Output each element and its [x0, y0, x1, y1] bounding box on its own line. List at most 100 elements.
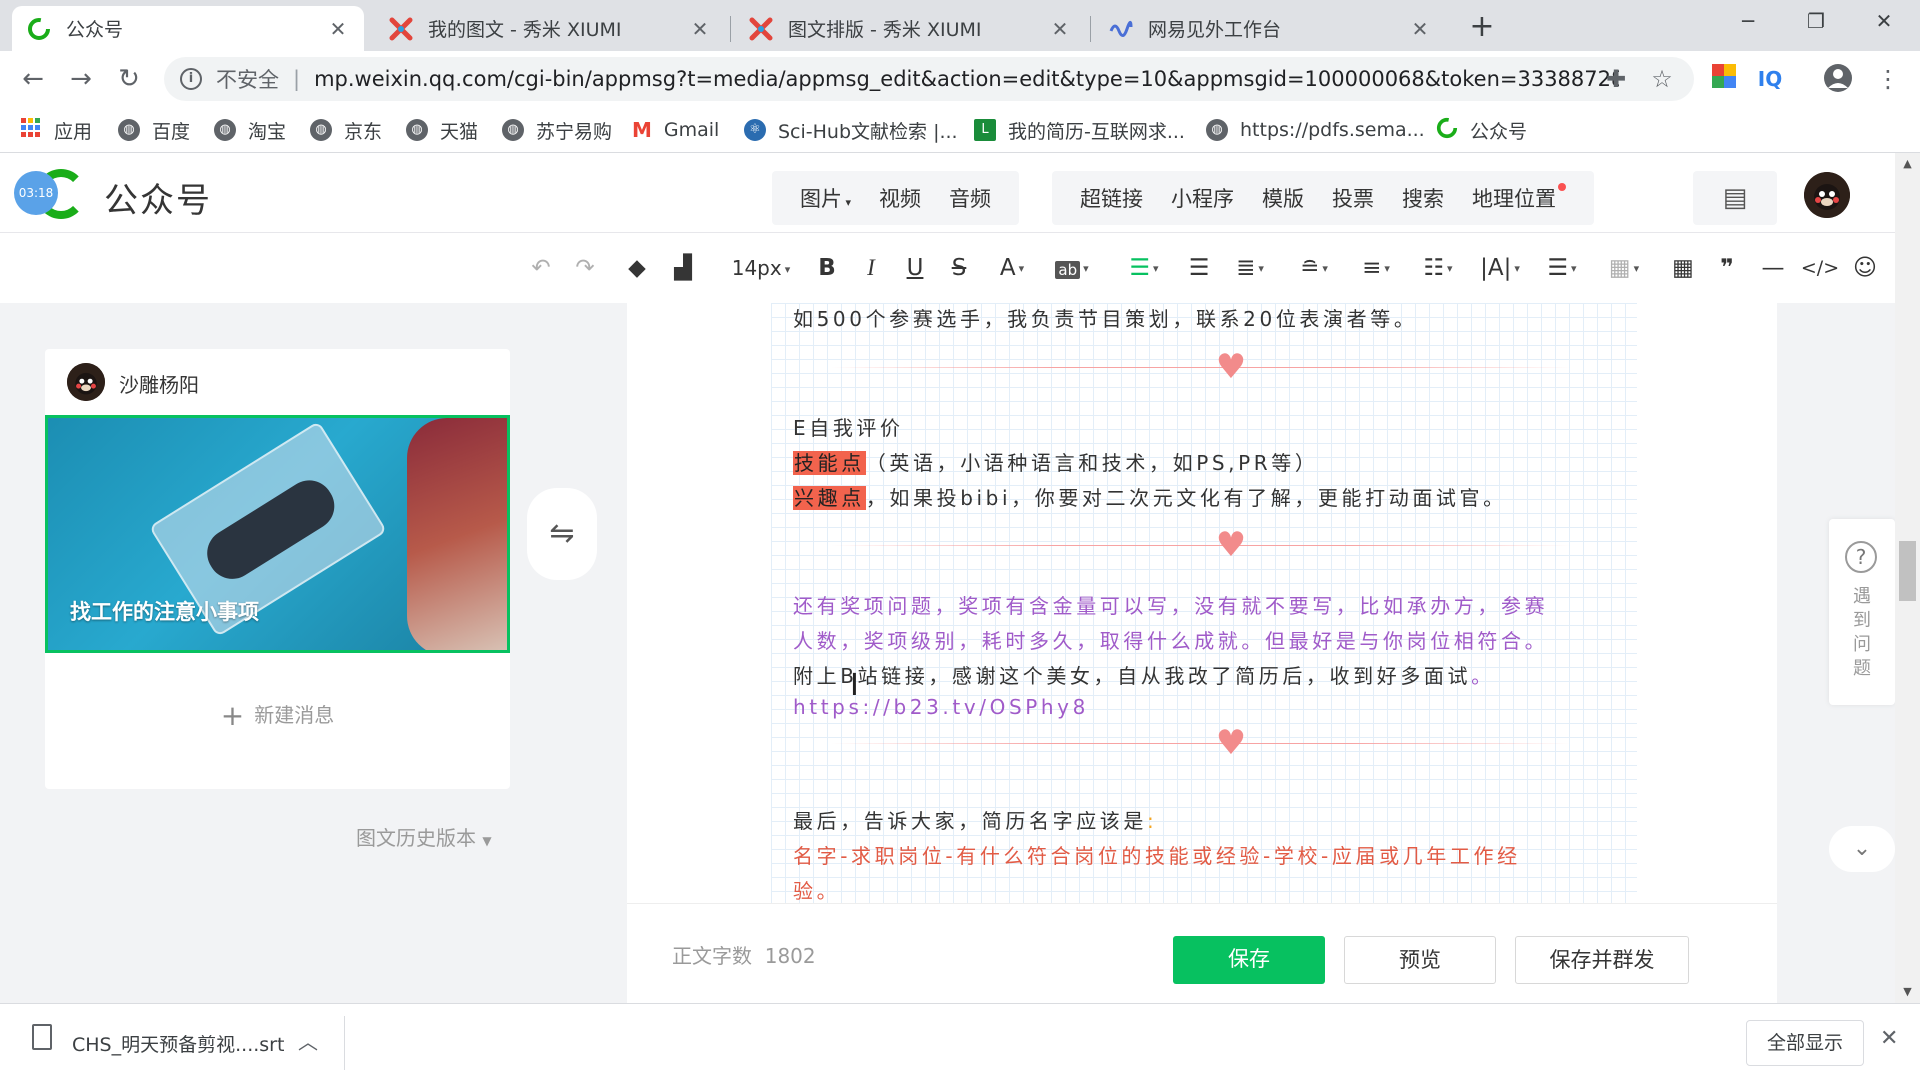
bookmark-gmail[interactable]: M Gmail: [632, 115, 719, 145]
chevron-up-icon[interactable]: ︿: [298, 1026, 318, 1055]
article-body[interactable]: 如500个参赛选手，我负责节目策划，联系20位表演者等。 ♥ E自我评价 技能点…: [771, 303, 1637, 903]
restore-button[interactable]: ❐: [1782, 0, 1850, 44]
list-icon[interactable]: ☰ ▾: [1538, 253, 1586, 283]
quote-icon[interactable]: ❞: [1710, 253, 1744, 283]
more-menu-icon[interactable]: ⋮: [1872, 63, 1904, 95]
italic-icon[interactable]: I: [854, 253, 888, 283]
document-icon[interactable]: ▤: [1693, 171, 1777, 225]
align-justify-icon[interactable]: ☰: [1182, 253, 1216, 283]
insert-audio-button[interactable]: 音频: [935, 183, 1005, 213]
align-left-icon[interactable]: ☰ ▾: [1120, 253, 1168, 283]
scroll-down-button[interactable]: ⌄: [1829, 826, 1895, 872]
new-message-label: 新建消息: [254, 703, 335, 727]
underline-icon[interactable]: U: [898, 253, 932, 283]
plus-icon: +: [220, 699, 245, 732]
bookmark-tmall[interactable]: ◍ 天猫: [406, 115, 478, 145]
format-brush-icon[interactable]: ◆: [620, 253, 654, 283]
save-and-publish-button[interactable]: 保存并群发: [1515, 936, 1689, 984]
indent-icon[interactable]: ≣ ▾: [1226, 253, 1274, 283]
undo-icon[interactable]: ↶: [524, 253, 558, 283]
insert-template-button[interactable]: 模版: [1248, 183, 1318, 213]
float-image-icon[interactable]: ▦ ▾: [1600, 253, 1648, 283]
caret-down-icon: ▾: [1322, 261, 1328, 275]
minimize-button[interactable]: ─: [1714, 0, 1782, 44]
bookmark-scihub[interactable]: ⚛ Sci-Hub文献检索 |...: [744, 115, 958, 145]
reload-button[interactable]: ↻: [112, 63, 146, 97]
insert-miniprogram-button[interactable]: 小程序: [1157, 183, 1248, 213]
insert-location-button[interactable]: 地理位置: [1458, 183, 1580, 213]
back-button[interactable]: ←: [16, 63, 50, 97]
bookmark-taobao[interactable]: ◍ 淘宝: [214, 115, 286, 145]
info-icon[interactable]: i: [180, 68, 202, 90]
tab-xiumi-layout[interactable]: 图文排版 - 秀米 XIUMI ✕: [734, 6, 1086, 51]
insert-video-button[interactable]: 视频: [865, 183, 935, 213]
bookmark-pdfs[interactable]: ◍ https://pdfs.sema...: [1206, 115, 1425, 145]
clear-format-icon[interactable]: ▟: [666, 253, 700, 283]
bookmark-baidu[interactable]: ◍ 百度: [118, 115, 190, 145]
insert-vote-button[interactable]: 投票: [1318, 183, 1388, 213]
horizontal-rule-icon[interactable]: —: [1756, 253, 1790, 283]
code-icon[interactable]: </>: [1800, 253, 1840, 283]
paragraph-spacing-before-icon[interactable]: ≘ ▾: [1290, 253, 1338, 283]
bookmark-gongzhonghao[interactable]: 公众号: [1436, 115, 1527, 145]
tab-gongzhonghao[interactable]: 公众号 ✕: [12, 6, 364, 51]
url-text[interactable]: mp.weixin.qq.com/cgi-bin/appmsg?t=media/…: [314, 67, 1619, 91]
font-color-icon[interactable]: A ▾: [988, 253, 1036, 283]
letter-spacing-icon[interactable]: |A| ▾: [1476, 253, 1524, 283]
word-count-label: 正文字数: [672, 944, 752, 968]
scroll-down-arrow-icon[interactable]: ▼: [1895, 985, 1920, 998]
line-height-icon[interactable]: ☷ ▾: [1414, 253, 1462, 283]
article-cover-card[interactable]: 找工作的注意小事项: [45, 415, 510, 653]
close-icon[interactable]: ✕: [1880, 1026, 1898, 1051]
new-message-button[interactable]: + 新建消息: [45, 699, 510, 732]
scroll-up-arrow-icon[interactable]: ▲: [1895, 157, 1920, 170]
close-icon[interactable]: ✕: [1048, 17, 1072, 41]
tab-netease[interactable]: 网易见外工作台 ✕: [1094, 6, 1446, 51]
profile-icon[interactable]: [1822, 63, 1854, 95]
star-icon[interactable]: ☆: [1646, 63, 1678, 95]
insert-search-button[interactable]: 搜索: [1388, 183, 1458, 213]
history-version-dropdown[interactable]: 图文历史版本 ▼: [356, 822, 492, 851]
editor-area[interactable]: 如500个参赛选手，我负责节目策划，联系20位表演者等。 ♥ E自我评价 技能点…: [627, 303, 1777, 903]
help-widget[interactable]: ? 遇到问题: [1829, 519, 1895, 705]
bold-icon[interactable]: B: [810, 253, 844, 283]
address-bar[interactable]: i 不安全 | mp.weixin.qq.com/cgi-bin/appmsg?…: [164, 57, 1694, 101]
scrollbar-thumb[interactable]: [1899, 541, 1916, 601]
preview-button[interactable]: 预览: [1344, 936, 1496, 984]
mp-logo[interactable]: 03:18: [14, 169, 90, 219]
download-filename[interactable]: CHS_明天预备剪视....srt: [72, 1030, 284, 1057]
author-avatar: [67, 363, 105, 401]
forward-button[interactable]: →: [64, 63, 98, 97]
extension-puzzle-icon[interactable]: ✚: [1600, 63, 1632, 95]
apps-grid-icon: [20, 117, 42, 144]
bookmark-apps[interactable]: 应用: [20, 115, 92, 145]
close-icon[interactable]: ✕: [326, 17, 350, 41]
emoji-icon[interactable]: ☺: [1848, 253, 1882, 283]
colorful-extension-icon[interactable]: [1708, 63, 1740, 95]
redo-icon[interactable]: ↷: [568, 253, 602, 283]
show-all-downloads-button[interactable]: 全部显示: [1746, 1020, 1864, 1066]
close-icon[interactable]: ✕: [1408, 17, 1432, 41]
bookmark-suning[interactable]: ◍ 苏宁易购: [502, 115, 612, 145]
user-avatar[interactable]: [1804, 172, 1850, 218]
bilibili-link[interactable]: https://b23.tv/OSPhy8: [793, 695, 1089, 719]
paragraph-spacing-after-icon[interactable]: ≡ ▾: [1352, 253, 1400, 283]
new-tab-button[interactable]: +: [1464, 10, 1500, 46]
swap-arrows-icon[interactable]: ⇋: [527, 488, 597, 580]
highlight-color-icon[interactable]: ab ▾: [1048, 253, 1096, 283]
insert-image-button[interactable]: 图片 ▾: [786, 183, 865, 213]
close-window-button[interactable]: ✕: [1850, 0, 1918, 44]
strikethrough-icon[interactable]: S: [942, 253, 976, 283]
insert-link-button[interactable]: 超链接: [1066, 183, 1157, 213]
author-name: 沙雕杨阳: [119, 373, 199, 397]
tab-xiumi-mine[interactable]: 我的图文 - 秀米 XIUMI ✕: [374, 6, 726, 51]
font-size-select[interactable]: 14px ▾: [726, 253, 796, 283]
table-icon[interactable]: ▦: [1666, 253, 1700, 283]
bookmark-jd[interactable]: ◍ 京东: [310, 115, 382, 145]
save-button[interactable]: 保存: [1173, 936, 1325, 984]
close-icon[interactable]: ✕: [688, 17, 712, 41]
iq-extension-icon[interactable]: IQ: [1754, 63, 1786, 95]
bookmark-resume[interactable]: L 我的简历-互联网求...: [974, 115, 1185, 145]
caret-down-icon: ▾: [1633, 261, 1640, 275]
page-scrollbar[interactable]: ▲ ▼: [1895, 153, 1920, 1003]
